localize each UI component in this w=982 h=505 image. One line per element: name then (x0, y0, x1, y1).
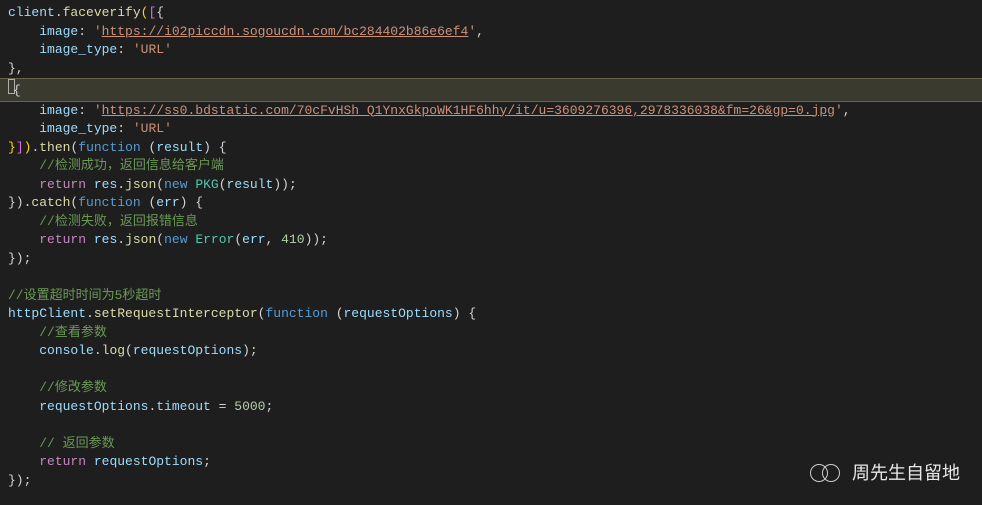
code-line-active: { (0, 78, 982, 102)
code-line: httpClient.setRequestInterceptor(functio… (8, 305, 982, 324)
code-line: // 返回参数 (8, 435, 982, 454)
watermark-text: 周先生自留地 (852, 464, 960, 483)
code-line: //查看参数 (8, 324, 982, 343)
code-line: //检测失败，返回报错信息 (8, 213, 982, 232)
watermark: 周先生自留地 (810, 463, 960, 483)
code-line: image: 'https://ss0.bdstatic.com/70cFvHS… (8, 102, 982, 121)
code-line: }); (8, 250, 982, 269)
code-line (8, 416, 982, 435)
code-line: return res.json(new PKG(result)); (8, 176, 982, 195)
code-line: //设置超时时间为5秒超时 (8, 287, 982, 306)
code-line: }).catch(function (err) { (8, 194, 982, 213)
code-line: }, (8, 60, 982, 79)
code-line: image_type: 'URL' (8, 120, 982, 139)
code-line: return res.json(new Error(err, 410)); (8, 231, 982, 250)
code-line: image_type: 'URL' (8, 41, 982, 60)
code-line: client.faceverify([{ (8, 4, 982, 23)
code-line: //修改参数 (8, 379, 982, 398)
code-line: }]).then(function (result) { (8, 139, 982, 158)
code-line: image: 'https://i02piccdn.sogoucdn.com/b… (8, 23, 982, 42)
code-line: console.log(requestOptions); (8, 342, 982, 361)
code-line (8, 268, 982, 287)
code-editor[interactable]: client.faceverify([{ image: 'https://i02… (8, 4, 982, 490)
code-line (8, 361, 982, 380)
wechat-icon (810, 463, 844, 483)
code-line: requestOptions.timeout = 5000; (8, 398, 982, 417)
code-line: //检测成功，返回信息给客户端 (8, 157, 982, 176)
